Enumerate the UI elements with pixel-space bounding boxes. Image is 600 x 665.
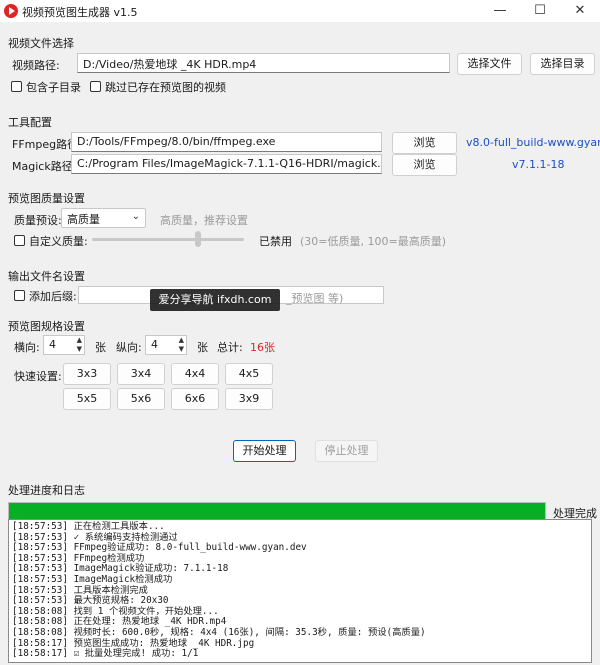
log-line: [18:58:08] 视频时长: 600.0秒, 规格: 4x4 (16张), …: [12, 626, 426, 638]
quality-preset-select[interactable]: 高质量 ⌄: [61, 208, 146, 228]
preset-3x4-button[interactable]: 3x4: [117, 363, 165, 385]
maximize-button[interactable]: ☐: [520, 0, 560, 22]
ffmpeg-browse-button[interactable]: 浏览: [392, 132, 457, 154]
progress-bar: [8, 502, 546, 520]
preset-4x4-button[interactable]: 4x4: [171, 363, 219, 385]
magick-path-label: Magick路径:: [12, 160, 77, 173]
quality-preset-hint: 高质量，推荐设置: [160, 214, 248, 227]
skip-existing-checkbox[interactable]: [90, 81, 101, 92]
ffmpeg-version-text: v8.0-full_build-www.gyan.dev: [466, 136, 600, 149]
preset-5x5-button[interactable]: 5x5: [63, 388, 111, 410]
section-output: 输出文件名设置: [8, 270, 85, 283]
video-path-input[interactable]: D:/Video/热爱地球 _4K HDR.mp4: [77, 53, 450, 73]
total-label: 总计:: [217, 341, 243, 354]
ffmpeg-path-input[interactable]: D:/Tools/FFmpeg/8.0/bin/ffmpeg.exe: [71, 132, 382, 152]
section-tools: 工具配置: [8, 116, 52, 129]
watermark-banner: 爱分享导航 ifxdh.com: [150, 289, 280, 311]
slider-disabled-text: 已禁用: [259, 235, 292, 248]
quality-preset-value: 高质量: [67, 213, 100, 226]
horizontal-value: 4: [49, 338, 56, 351]
suffix-hint: _预览图 等): [286, 292, 344, 305]
horizontal-unit: 张: [95, 341, 106, 354]
vertical-unit: 张: [197, 341, 208, 354]
magick-browse-button[interactable]: 浏览: [392, 154, 457, 176]
quality-slider-thumb[interactable]: [195, 231, 202, 247]
quality-range-hint: (30=低质量, 100=最高质量): [300, 235, 447, 248]
video-path-label: 视频路径:: [12, 59, 60, 72]
log-line: [18:58:17] ☑ 批量处理完成! 成功: 1/1: [12, 648, 199, 660]
stop-processing-button[interactable]: 停止处理: [315, 440, 378, 462]
chevron-down-icon: ⌄: [131, 211, 140, 222]
select-directory-button[interactable]: 选择目录: [530, 53, 595, 75]
custom-quality-checkbox[interactable]: [14, 235, 25, 246]
section-video-source: 视频文件选择: [8, 37, 74, 50]
log-line: [18:57:53] ImageMagick检测成功: [12, 573, 173, 585]
window-title: 视频预览图生成器 v1.5: [22, 6, 138, 19]
magick-path-input[interactable]: C:/Program Files/ImageMagick-7.1.1-Q16-H…: [71, 154, 382, 174]
section-progress: 处理进度和日志: [8, 484, 85, 497]
include-subdirs-label: 包含子目录: [26, 81, 81, 94]
horizontal-spinbox[interactable]: 4 ▲ ▼: [43, 335, 85, 355]
section-grid: 预览图规格设置: [8, 320, 85, 333]
preset-3x9-button[interactable]: 3x9: [225, 388, 273, 410]
preset-3x3-button[interactable]: 3x3: [63, 363, 111, 385]
vertical-spinbox[interactable]: 4 ▲ ▼: [145, 335, 187, 355]
quick-setting-label: 快速设置:: [14, 370, 62, 383]
log-line: [18:57:53] 正在检测工具版本...: [12, 521, 165, 532]
quality-preset-label: 质量预设:: [14, 214, 62, 227]
custom-quality-label: 自定义质量:: [29, 235, 88, 248]
add-suffix-checkbox[interactable]: [14, 290, 25, 301]
title-bar: 视频预览图生成器 v1.5 — ☐ ✕: [0, 0, 600, 22]
quality-slider-track[interactable]: [92, 238, 244, 241]
preset-5x6-button[interactable]: 5x6: [117, 388, 165, 410]
magick-version-text: v7.1.1-18: [512, 158, 565, 171]
total-value: 16张: [250, 341, 275, 354]
include-subdirs-checkbox[interactable]: [11, 81, 22, 92]
add-suffix-label: 添加后缀:: [29, 290, 77, 303]
horizontal-label: 横向:: [14, 341, 40, 354]
select-file-button[interactable]: 选择文件: [457, 53, 522, 75]
spin-arrows-icon[interactable]: ▲ ▼: [179, 336, 184, 354]
vertical-value: 4: [151, 338, 158, 351]
progress-fill: [9, 503, 545, 519]
main-panel: 视频文件选择 视频路径: D:/Video/热爱地球 _4K HDR.mp4 选…: [0, 22, 600, 665]
close-button[interactable]: ✕: [560, 0, 600, 22]
vertical-label: 纵向:: [116, 341, 142, 354]
log-output[interactable]: [18:57:53] 正在检测工具版本... [18:57:53] ✓ 系统编码支…: [8, 519, 592, 663]
minimize-button[interactable]: —: [480, 0, 520, 22]
section-quality: 预览图质量设置: [8, 192, 85, 205]
skip-existing-label: 跳过已存在预览图的视频: [105, 81, 226, 94]
start-processing-button[interactable]: 开始处理: [233, 440, 296, 462]
preset-4x5-button[interactable]: 4x5: [225, 363, 273, 385]
spin-arrows-icon[interactable]: ▲ ▼: [77, 336, 82, 354]
preset-6x6-button[interactable]: 6x6: [171, 388, 219, 410]
app-play-icon: [4, 4, 18, 18]
